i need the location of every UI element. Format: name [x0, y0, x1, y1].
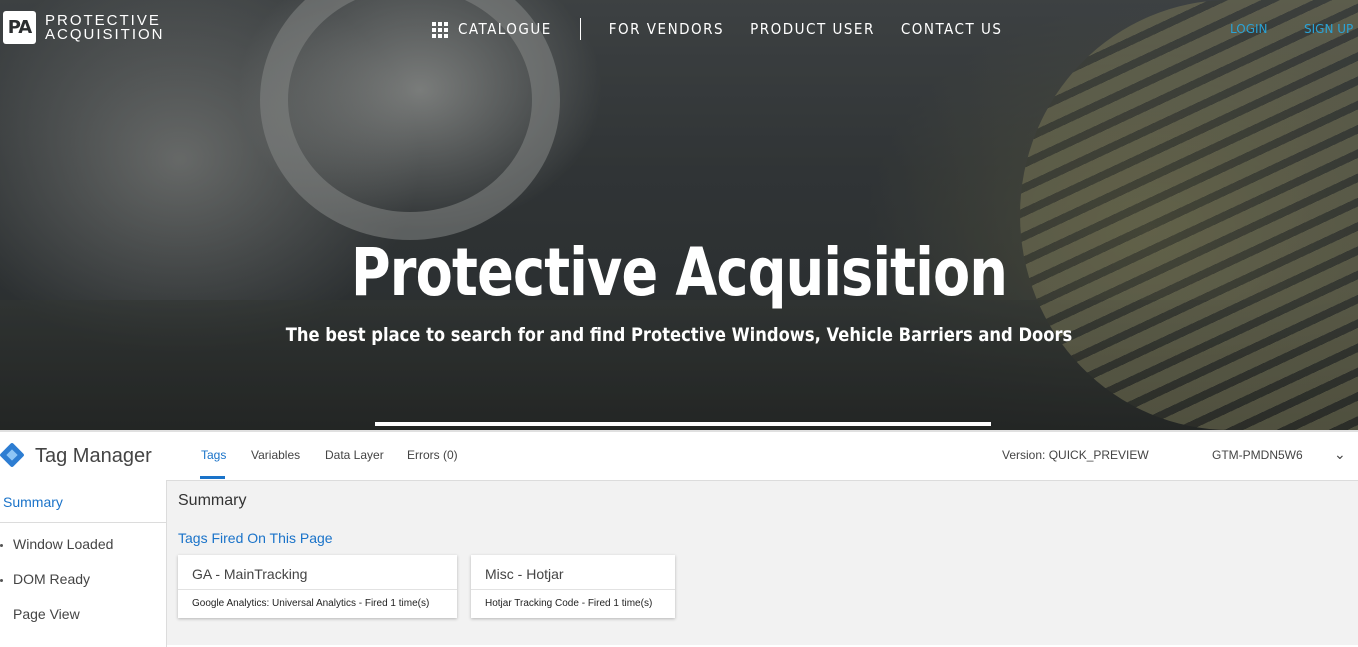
nav-contact-us[interactable]: CONTACT US — [901, 20, 1003, 38]
chevron-down-icon[interactable]: ⌄ — [1334, 446, 1346, 463]
login-link[interactable]: LOGIN — [1230, 22, 1268, 36]
tag-manager-logo-icon — [0, 442, 25, 468]
site-logo[interactable]: PA PROTECTIVE ACQUISITION — [3, 11, 165, 44]
hero-overlay — [0, 0, 1358, 430]
hero-title: Protective Acquisition — [350, 234, 1008, 311]
nav-product-user[interactable]: PRODUCT USER — [750, 20, 875, 38]
main-nav: CATALOGUE FOR VENDORS PRODUCT USER CONTA… — [432, 17, 1002, 41]
nav-for-vendors[interactable]: FOR VENDORS — [609, 20, 724, 38]
tag-card[interactable]: GA - MainTracking Google Analytics: Univ… — [178, 555, 457, 618]
tag-name: Misc - Hotjar — [485, 566, 564, 582]
tag-detail: Google Analytics: Universal Analytics - … — [192, 598, 430, 609]
tag-detail: Hotjar Tracking Code - Fired 1 time(s) — [485, 598, 653, 609]
tab-errors[interactable]: Errors (0) — [407, 448, 458, 462]
tag-manager-panel: Tag Manager Tags Variables Data Layer Er… — [0, 430, 1358, 647]
tag-manager-header: Tag Manager Tags Variables Data Layer Er… — [0, 432, 1358, 481]
event-sidebar: Summary Window Loaded DOM Ready Page Vie… — [0, 480, 167, 647]
signup-link[interactable]: SIGN UP — [1304, 22, 1353, 36]
sidebar-item-dom-ready[interactable]: DOM Ready — [13, 571, 90, 587]
tab-data-layer[interactable]: Data Layer — [325, 448, 384, 462]
sidebar-item-summary[interactable]: Summary — [3, 494, 63, 510]
search-bar-edge[interactable] — [375, 422, 991, 426]
version-label: Version: QUICK_PREVIEW — [1002, 448, 1149, 462]
event-dot-icon — [0, 579, 3, 582]
hero-subtitle: The best place to search for and find Pr… — [285, 324, 1073, 346]
grid-icon — [432, 21, 448, 38]
tab-variables[interactable]: Variables — [251, 448, 300, 462]
tab-tags[interactable]: Tags — [201, 448, 226, 462]
nav-divider — [579, 18, 581, 40]
container-id: GTM-PMDN5W6 — [1212, 448, 1303, 462]
logo-mark: PA — [3, 11, 36, 44]
nav-catalogue[interactable]: CATALOGUE — [432, 20, 552, 38]
logo-text: PROTECTIVE ACQUISITION — [45, 13, 165, 43]
tags-fired-heading: Tags Fired On This Page — [178, 530, 333, 546]
sidebar-divider — [0, 522, 166, 523]
tag-name: GA - MainTracking — [192, 566, 308, 582]
sidebar-item-window-loaded[interactable]: Window Loaded — [13, 536, 113, 552]
active-tab-indicator — [200, 476, 225, 479]
hero-banner: PA PROTECTIVE ACQUISITION CATALOGUE FOR … — [0, 0, 1358, 430]
summary-heading: Summary — [178, 492, 247, 509]
sidebar-item-page-view[interactable]: Page View — [13, 606, 80, 622]
event-dot-icon — [0, 544, 3, 547]
logo-line-2: ACQUISITION — [45, 25, 165, 43]
tag-manager-title: Tag Manager — [35, 445, 152, 467]
nav-catalogue-label: CATALOGUE — [458, 20, 552, 38]
tag-card[interactable]: Misc - Hotjar Hotjar Tracking Code - Fir… — [471, 555, 675, 618]
